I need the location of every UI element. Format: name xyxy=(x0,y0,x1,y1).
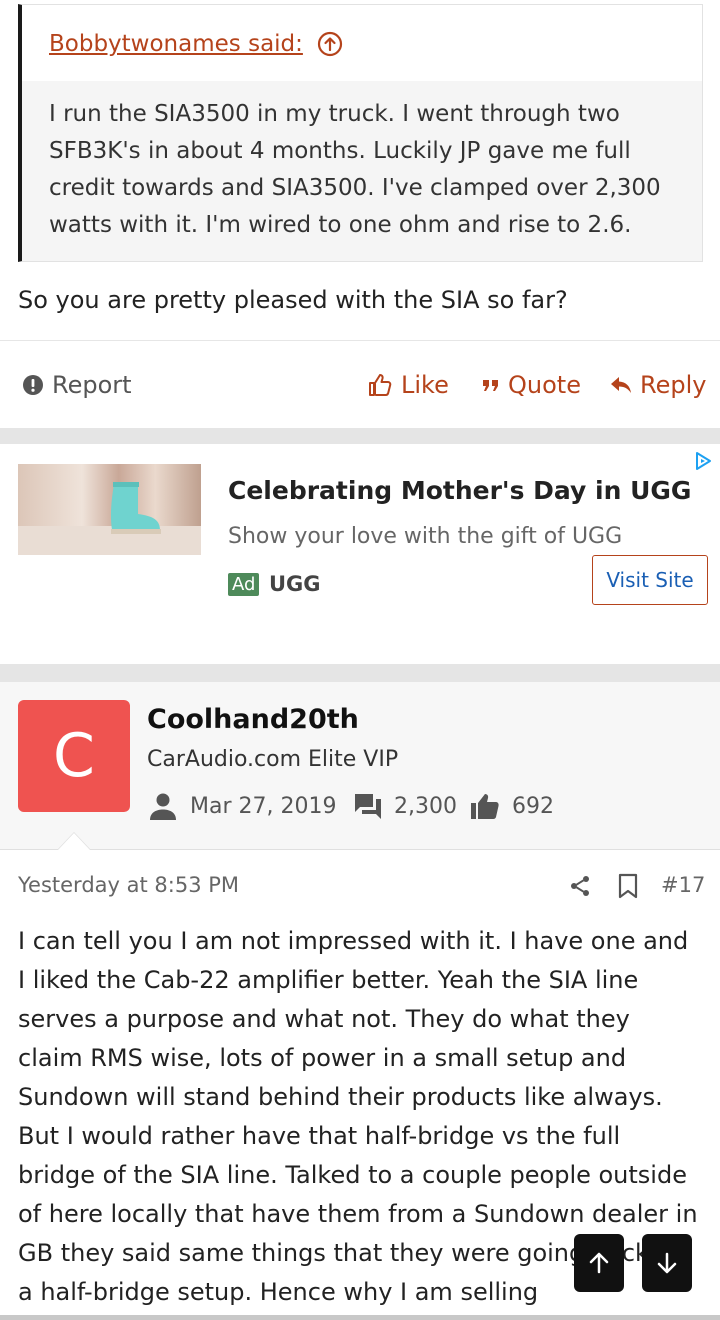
avatar[interactable]: C xyxy=(18,700,130,812)
quote-text: I run the SIA3500 in my truck. I went th… xyxy=(49,101,661,238)
thumbs-up-icon xyxy=(369,374,392,396)
previous-post-text: So you are pretty pleased with the SIA s… xyxy=(18,286,568,314)
quote-header: Bobbytwonames said: xyxy=(22,5,702,81)
quote-block: Bobbytwonames said: I run the SIA3500 in… xyxy=(18,4,703,262)
boot-image-icon xyxy=(18,482,201,555)
quote-button[interactable]: Quote xyxy=(482,371,581,399)
person-icon xyxy=(150,793,176,820)
adchoices-icon[interactable] xyxy=(693,451,713,471)
arrow-up-circle-icon[interactable] xyxy=(317,31,343,57)
arrow-up-icon xyxy=(589,1252,609,1274)
scroll-down-button[interactable] xyxy=(642,1234,692,1292)
joined-date: Mar 27, 2019 xyxy=(190,793,337,819)
reply-button[interactable]: Reply xyxy=(610,371,706,399)
arrow-down-icon xyxy=(657,1252,677,1274)
report-button[interactable]: Report xyxy=(22,371,132,399)
message-count: 2,300 xyxy=(394,793,457,819)
quote-author-link[interactable]: Bobbytwonames said: xyxy=(49,31,303,57)
ad-brand: UGG xyxy=(269,572,321,596)
bottom-edge xyxy=(0,1315,720,1320)
reaction-count: 692 xyxy=(512,793,554,819)
like-label: Like xyxy=(401,371,449,399)
chat-icon xyxy=(355,794,381,819)
section-divider xyxy=(0,664,720,682)
reply-label: Reply xyxy=(640,371,707,399)
ad-badge: Ad xyxy=(228,573,260,596)
thumbs-up-filled-icon xyxy=(471,794,499,819)
visit-site-button[interactable]: Visit Site xyxy=(592,555,708,605)
scroll-up-button[interactable] xyxy=(574,1234,624,1292)
reactions-stat: 692 xyxy=(470,792,554,820)
like-button[interactable]: Like xyxy=(367,371,449,399)
post-action-bar: Report Like Quote Reply xyxy=(0,340,720,428)
ad-description: Show your love with the gift of UGG xyxy=(228,524,623,549)
post-number[interactable]: #17 xyxy=(661,873,705,897)
post-date[interactable]: Yesterday at 8:53 PM xyxy=(18,873,239,897)
quote-label: Quote xyxy=(508,371,581,399)
section-divider xyxy=(0,428,720,444)
ad-image[interactable] xyxy=(18,464,201,555)
bookmark-icon[interactable] xyxy=(617,873,639,899)
ad-title[interactable]: Celebrating Mother's Day in UGG xyxy=(228,476,691,505)
share-icon[interactable] xyxy=(568,874,592,898)
messages-stat: 2,300 xyxy=(354,792,457,820)
username[interactable]: Coolhand20th xyxy=(147,704,359,735)
reply-arrow-icon xyxy=(611,377,631,393)
card-pointer xyxy=(58,833,90,850)
joined-stat: Mar 27, 2019 xyxy=(148,792,336,820)
ad-unit[interactable]: Celebrating Mother's Day in UGG Show you… xyxy=(0,444,720,664)
user-title: CarAudio.com Elite VIP xyxy=(147,747,399,772)
exclamation-circle-icon xyxy=(23,375,43,395)
user-card: C Coolhand20th CarAudio.com Elite VIP Ma… xyxy=(0,682,720,850)
quote-marks-icon xyxy=(483,380,498,391)
report-label: Report xyxy=(52,371,132,399)
